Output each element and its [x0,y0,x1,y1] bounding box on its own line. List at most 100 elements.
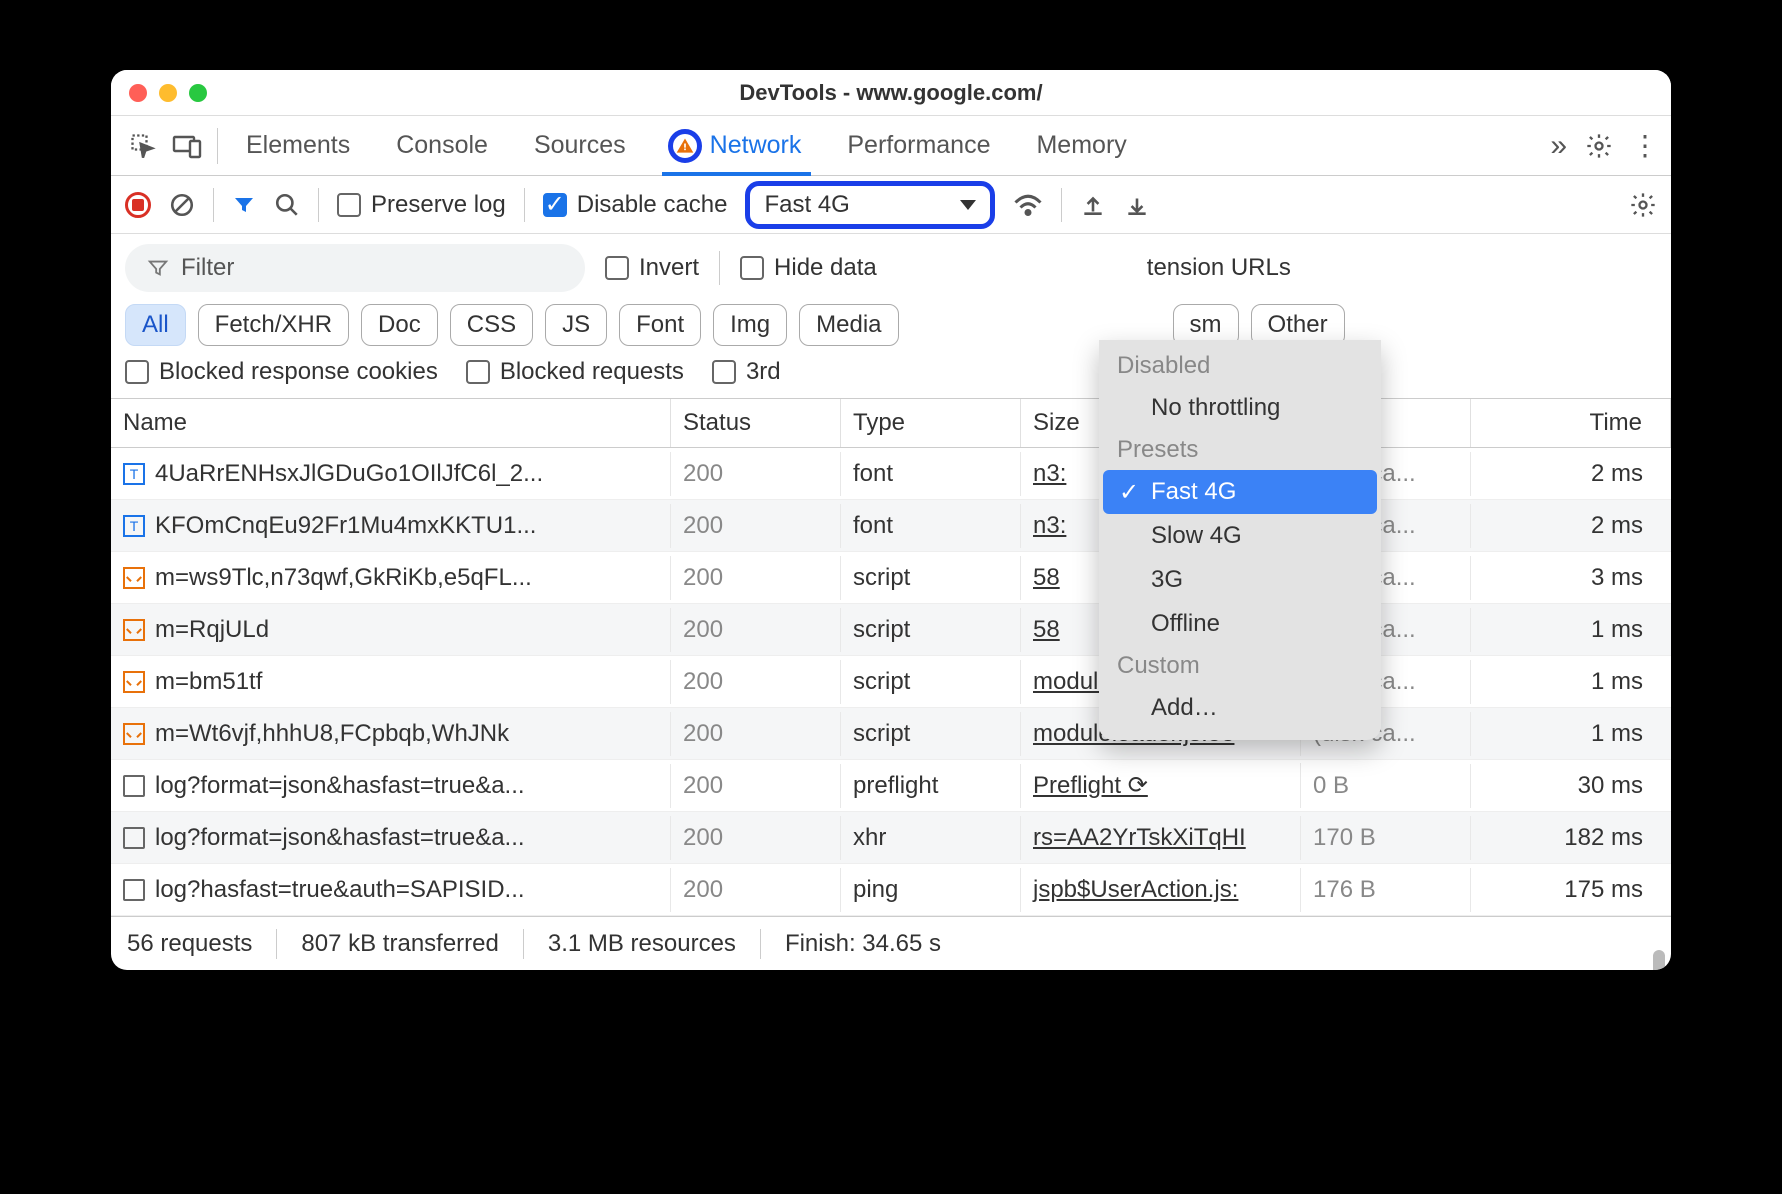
col-name[interactable]: Name [111,399,671,447]
cell-status: 200 [671,608,841,652]
import-har-icon[interactable] [1124,192,1150,218]
window-title: DevTools - www.google.com/ [111,80,1671,106]
dropdown-item-add[interactable]: Add… [1099,686,1381,730]
disable-cache-label: Disable cache [577,191,728,219]
dropdown-item-3g[interactable]: 3G [1099,558,1381,602]
cell-status: 200 [671,504,841,548]
network-toolbar: Preserve log ✓Disable cache Fast 4G [111,176,1671,234]
chip-img[interactable]: Img [713,304,787,346]
hide-data-urls-label: Hide data [774,254,877,282]
tab-console[interactable]: Console [390,116,494,175]
chip-font[interactable]: Font [619,304,701,346]
network-conditions-icon[interactable] [1013,192,1043,218]
settings-icon[interactable] [1585,132,1613,160]
table-row[interactable]: m=bm51tf200scriptmoduleloader.js:58(disk… [111,656,1671,708]
hide-data-urls-checkbox[interactable]: Hide data [740,254,877,282]
third-party-label-fragment: 3rd [746,358,781,386]
blocked-requests-checkbox[interactable]: Blocked requests [466,358,684,386]
more-tabs-icon[interactable]: » [1550,129,1567,163]
kebab-menu-icon[interactable]: ⋮ [1631,142,1659,150]
chip-doc[interactable]: Doc [361,304,438,346]
dropdown-item-no-throttling[interactable]: No throttling [1099,386,1381,430]
invert-checkbox[interactable]: Invert [605,254,699,282]
doc-file-icon [123,775,145,797]
tab-sources[interactable]: Sources [528,116,632,175]
script-file-icon [123,567,145,589]
table-row[interactable]: log?format=json&hasfast=true&a...200xhrr… [111,812,1671,864]
disable-cache-checkbox[interactable]: ✓Disable cache [543,191,728,219]
divider [719,251,720,285]
table-row[interactable]: log?hasfast=true&auth=SAPISID...200pingj… [111,864,1671,916]
blocked-requests-label: Blocked requests [500,358,684,386]
filter-input[interactable]: Filter [125,244,585,292]
font-file-icon: T [123,463,145,485]
cell-initiator: jspb$UserAction.js: [1021,868,1301,912]
throttling-select[interactable]: Fast 4G [745,181,995,229]
divider [1061,188,1062,222]
tab-elements[interactable]: Elements [240,116,356,175]
chip-js[interactable]: JS [545,304,607,346]
cell-type: ping [841,868,1021,912]
table-row[interactable]: T4UaRrENHsxJlGDuGo1OIlJfC6l_2...200fontn… [111,448,1671,500]
tab-network[interactable]: Network [666,116,808,175]
export-har-icon[interactable] [1080,192,1106,218]
col-status[interactable]: Status [671,399,841,447]
dropdown-item-offline[interactable]: Offline [1099,602,1381,646]
clear-icon[interactable] [169,192,195,218]
panel-tabs: Elements Console Sources Network Perform… [240,116,1546,175]
titlebar: DevTools - www.google.com/ [111,70,1671,116]
divider [276,929,277,959]
requests-table: Name Status Type Initiator Size Time T4U… [111,399,1671,916]
table-row[interactable]: TKFOmCnqEu92Fr1Mu4mxKKTU1...200fontn3:(d… [111,500,1671,552]
dropdown-item-slow-4g[interactable]: Slow 4G [1099,514,1381,558]
blocked-response-cookies-label: Blocked response cookies [159,358,438,386]
col-type[interactable]: Type [841,399,1021,447]
chip-media[interactable]: Media [799,304,898,346]
doc-file-icon [123,827,145,849]
close-window-button[interactable] [129,84,147,102]
table-row[interactable]: log?format=json&hasfast=true&a...200pref… [111,760,1671,812]
network-settings-icon[interactable] [1629,191,1657,219]
inspect-element-icon[interactable] [123,126,163,166]
blocked-response-cookies-checkbox[interactable]: Blocked response cookies [125,358,438,386]
cell-type: font [841,452,1021,496]
extra-filters-row: Blocked response cookies Blocked request… [111,352,1671,399]
table-row[interactable]: m=RqjULd200script58(disk ca...1 ms [111,604,1671,656]
chip-fetch-xhr[interactable]: Fetch/XHR [198,304,349,346]
cell-status: 200 [671,764,841,808]
chip-css[interactable]: CSS [450,304,533,346]
divider [523,929,524,959]
table-row[interactable]: m=ws9Tlc,n73qwf,GkRiKb,e5qFL...200script… [111,552,1671,604]
tab-memory[interactable]: Memory [1030,116,1132,175]
scrollbar[interactable] [1653,950,1665,970]
table-row[interactable]: m=Wt6vjf,hhhU8,FCpbqb,WhJNk200scriptmodu… [111,708,1671,760]
script-file-icon [123,671,145,693]
chip-all[interactable]: All [125,304,186,346]
cell-type: script [841,660,1021,704]
cell-time: 2 ms [1471,452,1671,496]
maximize-window-button[interactable] [189,84,207,102]
cell-type: script [841,556,1021,600]
dropdown-section-presets: Presets [1099,430,1381,470]
col-time[interactable]: Time [1471,399,1671,447]
record-button[interactable] [125,192,151,218]
cell-type: font [841,504,1021,548]
preserve-log-label: Preserve log [371,191,506,219]
devtools-window: DevTools - www.google.com/ Elements Cons… [111,70,1671,970]
filter-bar: Filter Invert Hide data tension URLs [111,234,1671,298]
third-party-checkbox[interactable]: 3rd [712,358,781,386]
search-icon[interactable] [274,192,300,218]
device-toolbar-icon[interactable] [167,126,207,166]
cell-type: script [841,712,1021,756]
resource-type-chips: All Fetch/XHR Doc CSS JS Font Img Media … [111,298,1671,352]
tab-performance[interactable]: Performance [841,116,996,175]
tab-network-label: Network [710,131,802,160]
invert-label: Invert [639,254,699,282]
cell-time: 1 ms [1471,712,1671,756]
script-file-icon [123,619,145,641]
minimize-window-button[interactable] [159,84,177,102]
dropdown-item-fast-4g[interactable]: Fast 4G [1103,470,1377,514]
font-file-icon: T [123,515,145,537]
preserve-log-checkbox[interactable]: Preserve log [337,191,506,219]
filter-toggle-icon[interactable] [232,193,256,217]
